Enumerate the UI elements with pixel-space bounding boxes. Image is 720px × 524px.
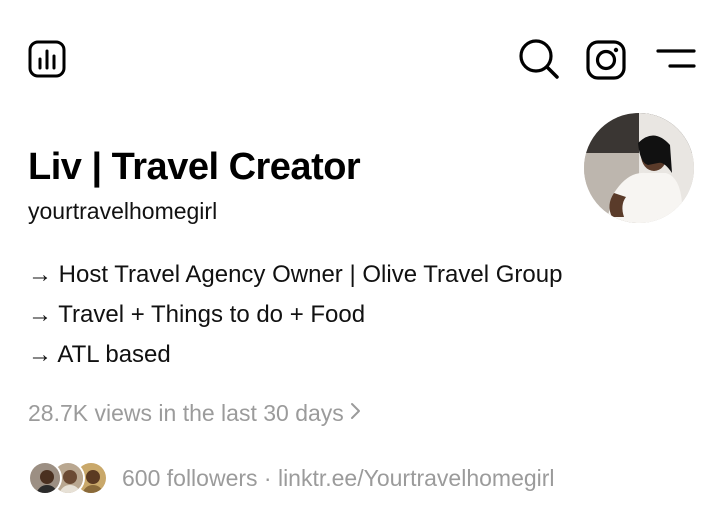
followers-row[interactable]: 600 followers · linktr.ee/Yourtravelhome… <box>28 460 555 496</box>
views-text: 28.7K views in the last 30 days <box>28 400 344 426</box>
profile-bio: → Host Travel Agency Owner | Olive Trave… <box>28 255 648 375</box>
bio-line: → ATL based <box>28 341 171 368</box>
menu-icon[interactable] <box>656 46 696 72</box>
top-bar <box>0 0 720 120</box>
chevron-right-icon <box>350 400 362 427</box>
follower-avatars[interactable] <box>28 461 108 495</box>
search-icon[interactable] <box>518 38 560 80</box>
bio-line: → Host Travel Agency Owner | Olive Trave… <box>28 261 563 288</box>
bio-line: → Travel + Things to do + Food <box>28 301 366 328</box>
profile-avatar[interactable] <box>584 113 694 223</box>
views-insights-link[interactable]: 28.7K views in the last 30 days <box>28 400 362 427</box>
profile-username[interactable]: yourtravelhomegirl <box>28 198 217 225</box>
follower-avatar <box>28 461 62 495</box>
profile-name: Liv | Travel Creator <box>28 146 361 188</box>
insights-bar-chart-icon[interactable] <box>28 40 66 78</box>
followers-and-link-text[interactable]: 600 followers · linktr.ee/Yourtravelhome… <box>122 465 555 492</box>
instagram-icon[interactable] <box>586 40 626 80</box>
